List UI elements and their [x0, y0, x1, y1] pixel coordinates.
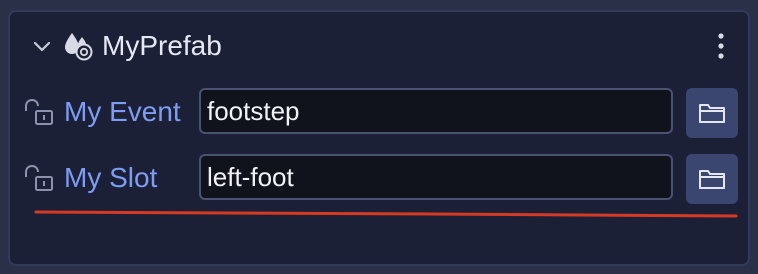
my-event-input[interactable]: footstep — [199, 88, 673, 134]
my-slot-input[interactable]: left-foot — [199, 154, 673, 200]
browse-button-my-event[interactable] — [686, 88, 738, 138]
component-header: MyPrefab — [10, 26, 748, 66]
field-row-my-slot: My Slot left-foot — [10, 154, 748, 204]
folder-icon — [699, 104, 725, 123]
folder-icon — [699, 170, 725, 189]
component-title: MyPrefab — [102, 30, 222, 61]
component-panel: MyPrefab My Event footstep My Slot left-… — [8, 10, 750, 266]
prefab-icon — [62, 30, 96, 62]
chevron-down-icon[interactable] — [30, 34, 54, 58]
more-vertical-icon[interactable] — [714, 30, 728, 62]
annotation-underline — [34, 210, 738, 218]
unlock-icon[interactable] — [22, 98, 56, 128]
field-row-my-event: My Event footstep — [10, 88, 748, 138]
field-label-my-event: My Event — [64, 96, 181, 127]
field-label-my-slot: My Slot — [64, 162, 158, 193]
browse-button-my-slot[interactable] — [686, 154, 738, 204]
unlock-icon[interactable] — [22, 164, 56, 194]
